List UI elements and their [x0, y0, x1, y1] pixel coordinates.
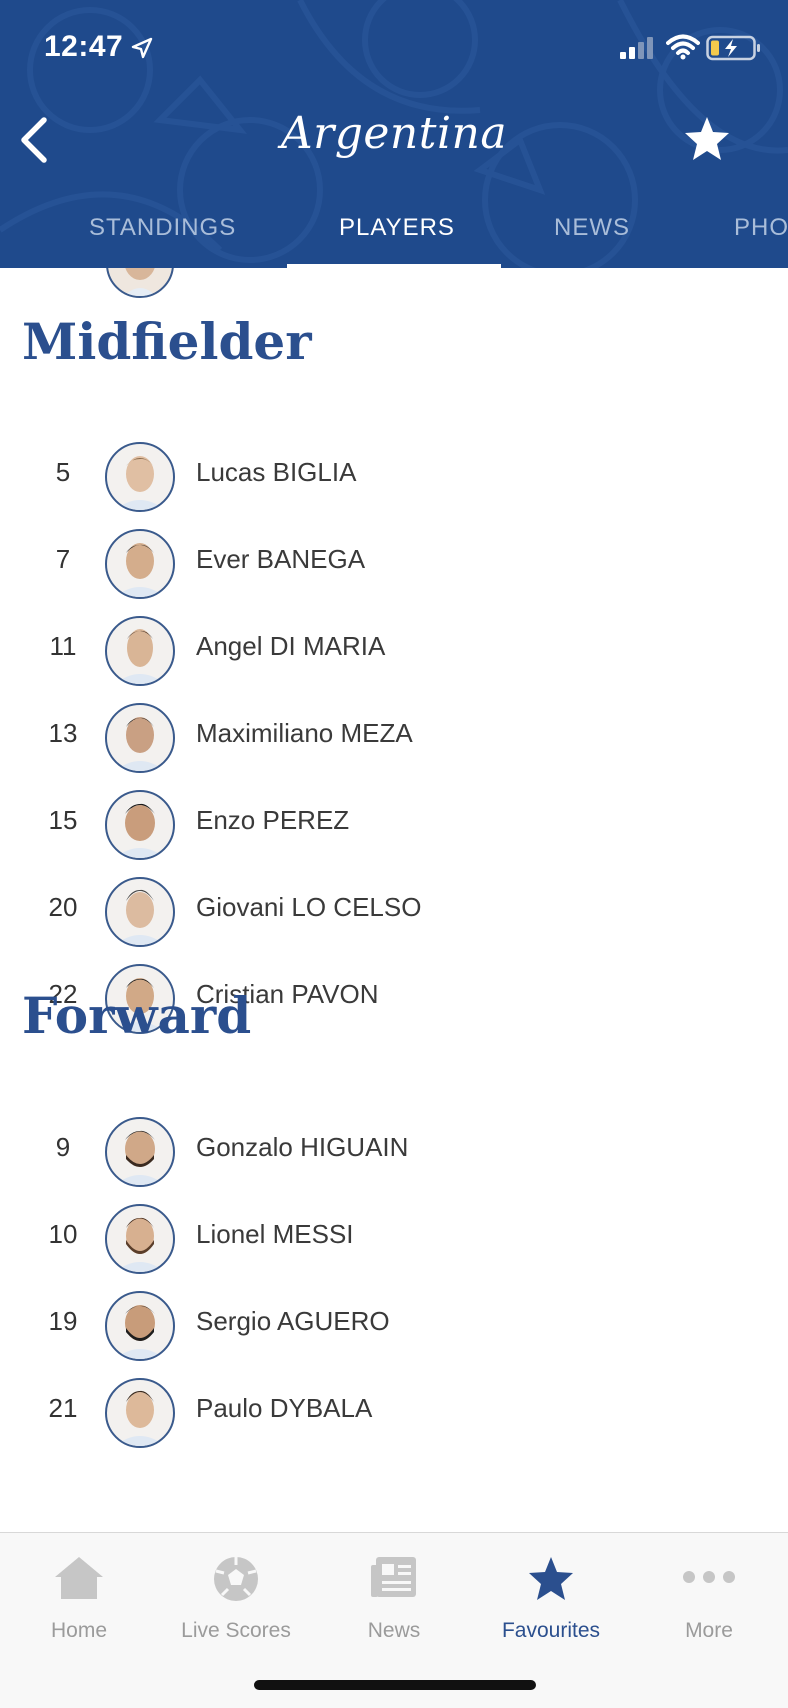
player-name: Enzo PEREZ — [196, 805, 350, 835]
player-number: 21 — [48, 1393, 78, 1423]
home-indicator — [254, 1680, 536, 1690]
player-avatar — [105, 1117, 175, 1187]
players-list[interactable]: Midfielder 5 Lucas BIGLIA 7 Ever BANEGA … — [0, 268, 788, 1532]
status-time: 12:47 — [44, 30, 124, 63]
cellular-signal-icon — [620, 37, 653, 59]
player-number: 15 — [48, 805, 78, 835]
player-avatar — [105, 703, 175, 773]
player-avatar — [105, 790, 175, 860]
player-row[interactable]: 13 Maximiliano MEZA — [0, 694, 788, 781]
player-row[interactable]: 11 Angel DI MARIA — [0, 607, 788, 694]
section-tabs: STANDINGS PLAYERS NEWS PHO — [0, 208, 788, 268]
player-number: 11 — [49, 631, 77, 661]
player-number: 9 — [55, 1132, 71, 1162]
player-row[interactable]: 20 Giovani LO CELSO — [0, 868, 788, 955]
tab-players[interactable]: PLAYERS — [339, 214, 455, 242]
player-name: Lucas BIGLIA — [196, 457, 357, 487]
location-arrow-icon — [131, 37, 153, 59]
tab-news[interactable]: NEWS — [554, 214, 630, 242]
player-name: Maximiliano MEZA — [196, 718, 413, 748]
player-name: Lionel MESSI — [196, 1219, 354, 1249]
newspaper-icon — [371, 1557, 416, 1597]
player-number: 5 — [55, 457, 71, 487]
player-avatar — [105, 1291, 175, 1361]
player-row[interactable]: 7 Ever BANEGA — [0, 520, 788, 607]
player-row[interactable]: 9 Gonzalo HIGUAIN — [0, 1108, 788, 1195]
app-header: 12:47 Argentina STANDINGS PLAYERS NEWS P… — [0, 0, 788, 268]
star-icon — [685, 117, 729, 160]
tab-bar-favourites[interactable]: Favourites — [472, 1533, 630, 1653]
player-avatar — [105, 616, 175, 686]
player-avatar — [105, 1204, 175, 1274]
player-number: 20 — [48, 892, 78, 922]
tab-photos[interactable]: PHO — [734, 214, 788, 242]
player-name: Angel DI MARIA — [196, 631, 386, 661]
player-row[interactable]: 19 Sergio AGUERO — [0, 1282, 788, 1369]
tab-bar-more[interactable]: More — [630, 1533, 788, 1653]
player-row[interactable]: 15 Enzo PEREZ — [0, 781, 788, 868]
tab-bar-home[interactable]: Home — [0, 1533, 158, 1653]
football-icon — [214, 1557, 258, 1601]
player-name: Giovani LO CELSO — [196, 892, 422, 922]
battery-charging-icon — [706, 35, 760, 61]
section-title-forward: Forward — [22, 986, 252, 1045]
tab-bar-label: Home — [50, 1619, 108, 1642]
player-avatar — [106, 268, 174, 298]
player-row[interactable]: 5 Lucas BIGLIA — [0, 433, 788, 520]
page-title: Argentina — [280, 108, 508, 159]
player-name: Ever BANEGA — [196, 544, 366, 574]
player-avatar — [105, 1378, 175, 1448]
tab-bar-label: Live Scores — [181, 1619, 291, 1642]
tab-bar-live-scores[interactable]: Live Scores — [157, 1533, 315, 1653]
player-name: Gonzalo HIGUAIN — [196, 1132, 409, 1162]
player-number: 7 — [55, 544, 71, 574]
player-row[interactable]: 21 Paulo DYBALA — [0, 1369, 788, 1456]
player-row[interactable]: 10 Lionel MESSI — [0, 1195, 788, 1282]
tab-standings[interactable]: STANDINGS — [89, 214, 236, 242]
player-number: 10 — [48, 1219, 78, 1249]
player-avatar — [105, 877, 175, 947]
tab-bar-label: Favourites — [501, 1619, 601, 1642]
section-title-midfielder: Midfielder — [22, 312, 312, 371]
more-dots-icon — [683, 1571, 735, 1583]
player-number: 19 — [48, 1306, 78, 1336]
home-icon — [55, 1557, 103, 1599]
wifi-icon — [666, 34, 700, 60]
favourite-button[interactable] — [682, 114, 732, 164]
player-number: 13 — [48, 718, 78, 748]
star-icon — [529, 1557, 573, 1600]
player-name: Sergio AGUERO — [196, 1306, 390, 1336]
tab-bar-label: More — [685, 1619, 733, 1642]
player-name: Paulo DYBALA — [196, 1393, 373, 1423]
player-avatar — [105, 442, 175, 512]
tab-bar-news[interactable]: News — [315, 1533, 473, 1653]
tab-bar-label: News — [367, 1619, 421, 1642]
player-avatar — [105, 529, 175, 599]
